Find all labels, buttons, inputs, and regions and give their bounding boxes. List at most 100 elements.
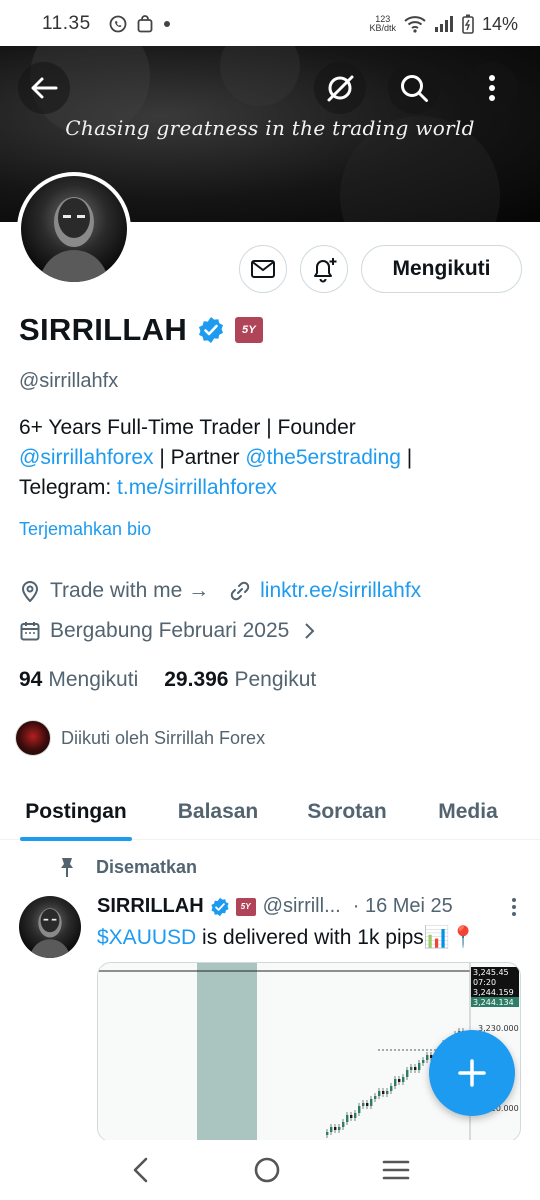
- chart-price-label: 3,245.45: [473, 968, 509, 977]
- profile-tabs: Postingan Balasan Sorotan Media: [0, 784, 540, 841]
- profile-name-row: SIRRILLAH 5Y: [19, 312, 264, 348]
- candle-body: [338, 1127, 341, 1130]
- telegram-link[interactable]: t.me/sirrillahforex: [117, 476, 277, 499]
- battery-percent: 14%: [481, 13, 518, 34]
- message-button[interactable]: [239, 245, 287, 293]
- candle-body: [326, 1132, 329, 1135]
- net-speed: 123 KB/dtk: [369, 14, 396, 33]
- signal-icon: [434, 16, 453, 32]
- link-icon: [229, 580, 251, 602]
- post-date: · 16 Mei 25: [352, 895, 453, 917]
- followers-count-link[interactable]: 29.396 Pengikut: [164, 668, 316, 692]
- whatsapp-icon: [109, 15, 127, 33]
- system-nav-bar: [0, 1140, 540, 1200]
- tab-highlights[interactable]: Sorotan: [302, 784, 392, 840]
- joined-row[interactable]: Bergabung Februari 2025: [19, 619, 315, 643]
- notify-button[interactable]: [300, 245, 348, 293]
- candle-body: [378, 1091, 381, 1096]
- compose-post-button[interactable]: [429, 1030, 515, 1116]
- candle-body: [402, 1077, 405, 1082]
- status-bar: 11.35 123 KB/dtk 14%: [0, 0, 540, 48]
- battery-charging-icon: [462, 14, 474, 34]
- candle-body: [362, 1103, 365, 1106]
- cashtag-link[interactable]: $XAUUSD: [97, 926, 196, 949]
- post-author-handle: @sirrill...: [262, 895, 341, 917]
- chart-price-label: 3,244.159: [473, 988, 514, 997]
- verified-badge-icon: [211, 897, 229, 916]
- candle-body: [382, 1091, 385, 1094]
- candle-body: [386, 1091, 389, 1094]
- candle-body: [398, 1079, 401, 1082]
- banner-tagline: Chasing greatness in the trading world: [65, 116, 475, 140]
- chart-time-label: 07:20: [473, 978, 496, 987]
- shopping-bag-icon: [137, 15, 153, 33]
- followed-by-text: Diikuti oleh Sirrillah Forex: [61, 727, 266, 748]
- post-author-avatar[interactable]: [19, 896, 81, 958]
- candle-body: [346, 1115, 349, 1122]
- tab-posts[interactable]: Postingan: [20, 784, 132, 841]
- more-vertical-icon[interactable]: [511, 897, 517, 917]
- arrow-left-icon: [31, 77, 58, 99]
- search-icon: [401, 75, 428, 102]
- pin-icon: [61, 858, 73, 877]
- candle-body: [358, 1106, 361, 1113]
- candle-body: [394, 1079, 397, 1086]
- following-button[interactable]: Mengikuti: [361, 245, 522, 293]
- candle-body: [410, 1067, 413, 1070]
- mail-icon: [251, 260, 275, 278]
- profile-name: SIRRILLAH: [19, 312, 188, 347]
- avatar-figure: [29, 908, 71, 958]
- candle-body: [390, 1086, 393, 1091]
- tab-replies[interactable]: Balasan: [173, 784, 263, 840]
- calendar-icon: [19, 620, 41, 642]
- grok-button[interactable]: [314, 62, 366, 114]
- profile-avatar[interactable]: [17, 172, 131, 286]
- home-nav-icon[interactable]: [253, 1156, 281, 1184]
- profile-handle: @sirrillahfx: [19, 370, 119, 392]
- recents-nav-icon[interactable]: [382, 1159, 410, 1181]
- post-text: $XAUUSD is delivered with 1k pips📊📍: [97, 926, 477, 949]
- status-right: 123 KB/dtk 14%: [369, 14, 518, 35]
- candle-body: [350, 1115, 353, 1118]
- tab-media[interactable]: Media: [433, 784, 503, 840]
- candle-body: [422, 1060, 425, 1063]
- candle-body: [370, 1099, 373, 1106]
- affiliate-badge: 5Y: [235, 897, 256, 916]
- back-button[interactable]: [18, 62, 70, 114]
- location-pin-icon: [19, 580, 41, 602]
- grok-icon: [327, 75, 354, 102]
- mention-link-the5erstrading[interactable]: @the5erstrading: [245, 446, 401, 469]
- followed-by-row[interactable]: Diikuti oleh Sirrillah Forex: [15, 720, 265, 756]
- candle-body: [342, 1122, 345, 1127]
- pinned-label-row: Disematkan: [58, 856, 197, 878]
- following-count-link[interactable]: 94 Mengikuti: [19, 668, 138, 692]
- back-nav-icon[interactable]: [130, 1157, 152, 1183]
- candle-body: [330, 1127, 333, 1132]
- plus-icon: [458, 1059, 486, 1087]
- search-button[interactable]: [388, 62, 440, 114]
- follow-counts: 94 Mengikuti 29.396 Pengikut: [19, 668, 316, 692]
- location-website-row: Trade with me → linktr.ee/sirrillahfx: [19, 579, 421, 603]
- status-time: 11.35: [42, 13, 91, 34]
- more-vertical-icon: [489, 75, 495, 101]
- post-header: SIRRILLAH 5Y @sirrill... · 16 Mei 25: [97, 895, 517, 918]
- bell-plus-icon: [314, 258, 337, 283]
- translate-bio-link[interactable]: Terjemahkan bio: [19, 519, 151, 540]
- chart-price-label: 3,244.134: [473, 998, 514, 1007]
- follower-avatar: [15, 720, 51, 756]
- dot-icon: [163, 21, 170, 27]
- profile-joined-date: Bergabung Februari 2025: [50, 619, 290, 642]
- post-author-name[interactable]: SIRRILLAH: [97, 895, 204, 918]
- profile-bio: 6+ Years Full-Time Trader | Founder @sir…: [19, 416, 413, 499]
- candle-body: [414, 1067, 417, 1070]
- candle-body: [354, 1113, 357, 1118]
- more-options-button[interactable]: [466, 62, 518, 114]
- profile-location: Trade with me →: [50, 579, 210, 602]
- candle-body: [418, 1063, 421, 1070]
- avatar-figure: [39, 197, 109, 282]
- notification-icons: [109, 15, 171, 33]
- mention-link-sirrillahforex[interactable]: @sirrillahforex: [19, 446, 154, 469]
- candle-body: [366, 1103, 369, 1106]
- verified-badge-icon: [199, 317, 224, 343]
- profile-website-link[interactable]: linktr.ee/sirrillahfx: [260, 579, 421, 603]
